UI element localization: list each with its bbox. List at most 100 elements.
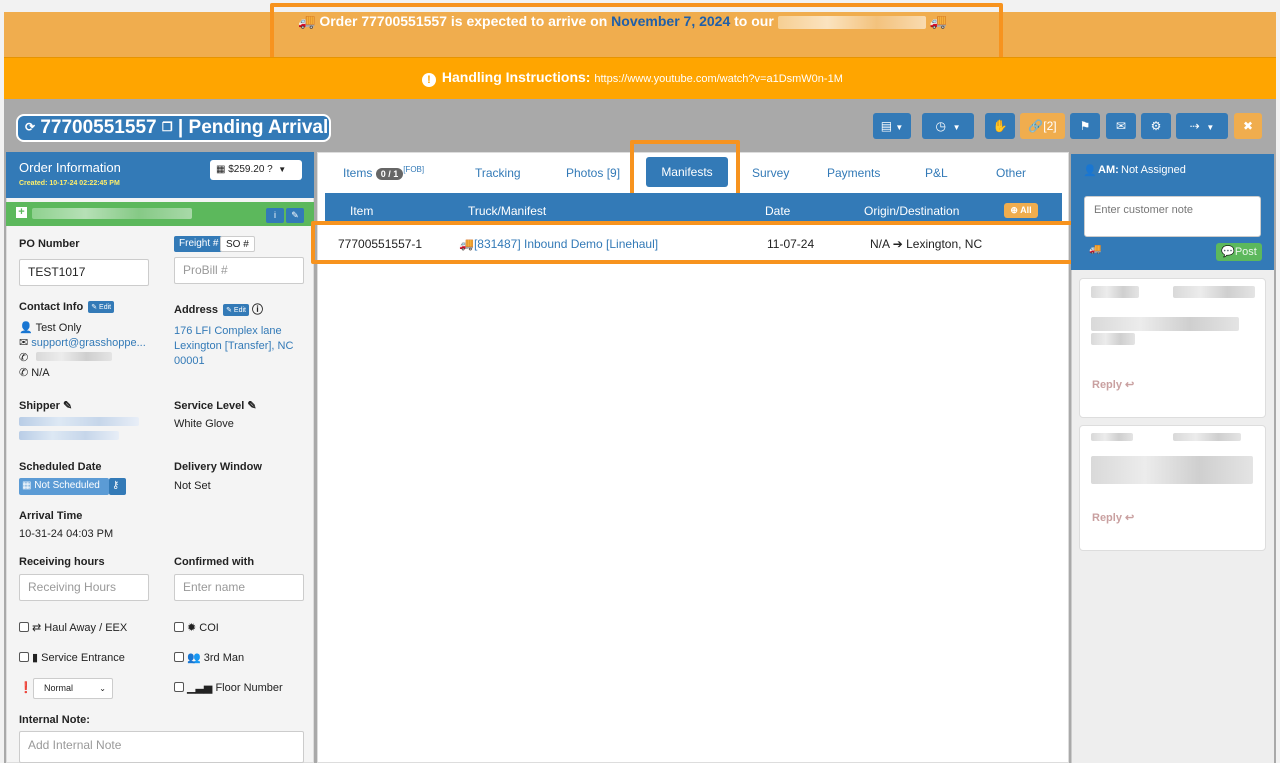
delivery-window-label: Delivery Window	[174, 461, 262, 473]
receiving-hours-label: Receiving hours	[19, 556, 105, 568]
haul-away-checkbox[interactable]	[19, 622, 29, 632]
contact-phone-row: ✆	[19, 351, 28, 364]
document-dropdown-button[interactable]: ▤ ▼	[873, 113, 911, 139]
chevron-down-icon: ⌄	[99, 684, 106, 693]
service-entrance-option[interactable]: ▮ Service Entrance	[19, 651, 125, 664]
edit-icon: ✎	[291, 210, 299, 220]
reply-button[interactable]: Reply ↩	[1092, 378, 1134, 391]
tab-other[interactable]: Other	[996, 166, 1026, 180]
key-button[interactable]: ⚷	[109, 478, 126, 495]
service-level-label: Service Level ✎	[174, 399, 257, 412]
phone-icon: ✆	[19, 352, 29, 364]
redacted-phone	[36, 352, 112, 361]
created-timestamp: Created: 10-17-24 02:22:45 PM	[19, 180, 120, 187]
tab-items-label: Items	[343, 166, 373, 180]
tab-pl[interactable]: P&L	[925, 166, 948, 180]
edit-icon[interactable]: ✎	[63, 400, 72, 412]
settings-button[interactable]: ⚙	[1141, 113, 1171, 139]
all-button[interactable]: ⊕ All	[1004, 203, 1038, 218]
flag-button[interactable]: ⚑	[1070, 113, 1100, 139]
third-man-option[interactable]: 👥 3rd Man	[174, 651, 244, 664]
email-button[interactable]: ✉	[1106, 113, 1136, 139]
reply-icon: ↩	[1125, 512, 1135, 524]
po-label: PO Number	[19, 238, 80, 250]
close-button[interactable]: ✖	[1234, 113, 1262, 139]
route-dropdown-button[interactable]: ⇢ ▼	[1176, 113, 1228, 139]
redacted-note-author	[1091, 286, 1139, 298]
reply-button[interactable]: Reply ↩	[1092, 511, 1134, 524]
address-line3[interactable]: 00001	[174, 355, 205, 367]
coi-label: COI	[199, 622, 219, 634]
haul-away-option[interactable]: ⇄ Haul Away / EEX	[19, 621, 127, 634]
reply-label: Reply	[1092, 379, 1122, 391]
contact-alt-phone: N/A	[31, 367, 50, 379]
address-label: Address ✎ Edit ⓘ	[174, 301, 263, 317]
hold-button[interactable]: ✋	[985, 113, 1015, 139]
plus-circle-icon: ⊕	[1010, 205, 1018, 215]
time-dropdown-button[interactable]: ◷ ▼	[922, 113, 974, 139]
tab-items[interactable]: Items 0 / 1 [FOB]	[343, 165, 424, 180]
user-icon: 👤	[19, 322, 33, 334]
am-value: Not Assigned	[1121, 164, 1186, 176]
handling-url[interactable]: https://www.youtube.com/watch?v=a1DsmW0n…	[594, 73, 843, 85]
header-origin-destination: Origin/Destination	[864, 204, 960, 218]
tab-photos[interactable]: Photos [9]	[566, 166, 620, 180]
internal-note-input[interactable]: Add Internal Note	[19, 731, 304, 763]
info-icon[interactable]: ⓘ	[252, 304, 263, 316]
address-text: Address	[174, 304, 219, 316]
price-value: $259.20	[228, 164, 265, 175]
scheduled-date-button[interactable]: ▦ Not Scheduled	[19, 478, 109, 495]
tab-payments[interactable]: Payments	[827, 166, 880, 180]
coi-checkbox[interactable]	[174, 622, 184, 632]
contact-email[interactable]: support@grasshoppe...	[31, 337, 146, 349]
links-button[interactable]: 🔗[2]	[1020, 113, 1065, 139]
address-edit-button[interactable]: ✎ Edit	[223, 304, 249, 316]
so-tag[interactable]: SO #	[220, 236, 255, 252]
edit-text: Edit	[233, 307, 246, 314]
edit-text: Edit	[99, 304, 112, 311]
tab-survey[interactable]: Survey	[752, 166, 789, 180]
redacted-note-time	[1173, 433, 1241, 441]
envelope-icon: ✉	[1115, 119, 1127, 133]
service-entrance-checkbox[interactable]	[19, 652, 29, 662]
close-icon: ✖	[1242, 119, 1254, 133]
info-button[interactable]: i	[266, 208, 284, 223]
items-count-badge: 0 / 1	[375, 168, 404, 180]
customer-note-input[interactable]: Enter customer note	[1084, 196, 1261, 237]
redacted-note-author	[1091, 433, 1133, 441]
highlight-manifests-tab	[630, 140, 740, 200]
key-icon: ⚷	[112, 480, 120, 491]
plus-icon[interactable]: +	[16, 207, 27, 218]
edit-icon[interactable]: ✎	[247, 400, 256, 412]
redacted-note-body-line2	[1091, 333, 1135, 345]
floor-number-checkbox[interactable]	[174, 682, 184, 692]
probill-input[interactable]: ProBill #	[174, 257, 304, 284]
refresh-icon[interactable]: ⟳	[25, 120, 35, 134]
redacted-customer-name	[32, 208, 192, 219]
users-icon: 👥	[187, 652, 201, 664]
note-card	[1079, 425, 1266, 551]
post-button[interactable]: 💬Post	[1216, 243, 1262, 261]
truck-icon[interactable]: 🚚	[1089, 244, 1101, 255]
receiving-hours-input[interactable]: Receiving Hours	[19, 574, 149, 601]
links-count: [2]	[1043, 119, 1057, 133]
freight-tag[interactable]: Freight #	[174, 236, 224, 252]
coi-option[interactable]: ✹ COI	[174, 621, 219, 634]
all-label: All	[1020, 205, 1032, 215]
shipper-label: Shipper ✎	[19, 399, 72, 412]
price-dropdown[interactable]: ▦ $259.20 ? ▼	[210, 160, 302, 180]
confirmed-with-input[interactable]: Enter name	[174, 574, 304, 601]
order-info-title: Order Information	[19, 160, 121, 175]
third-man-checkbox[interactable]	[174, 652, 184, 662]
po-input[interactable]: TEST1017	[19, 259, 149, 286]
certificate-icon: ✹	[187, 622, 197, 634]
contact-edit-button[interactable]: ✎ Edit	[88, 301, 115, 313]
priority-select[interactable]: Normal ⌄	[33, 678, 113, 699]
edit-customer-button[interactable]: ✎	[286, 208, 304, 223]
floor-number-option[interactable]: ▁▃▅ Floor Number	[174, 681, 283, 694]
address-line2[interactable]: Lexington [Transfer], NC	[174, 340, 293, 352]
copy-icon[interactable]: ❐	[162, 120, 173, 134]
clock-icon: ◷	[935, 119, 946, 133]
tab-tracking[interactable]: Tracking	[475, 166, 521, 180]
address-line1[interactable]: 176 LFI Complex lane	[174, 325, 282, 337]
